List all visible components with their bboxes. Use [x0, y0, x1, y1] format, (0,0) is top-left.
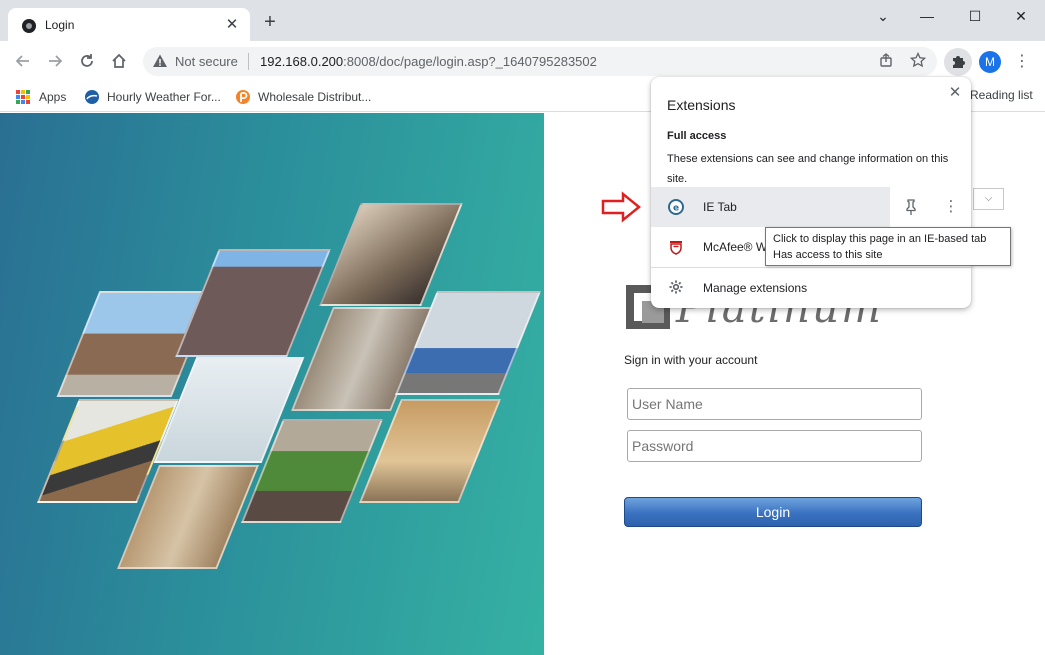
reload-icon — [81, 54, 93, 67]
manage-extensions-label: Manage extensions — [703, 281, 808, 295]
tooltip-line-1: Click to display this page in an IE-base… — [773, 233, 987, 245]
home-button[interactable] — [107, 49, 131, 73]
ie-tab-icon: e — [668, 199, 684, 215]
address-bar[interactable]: Not secure 192.168.0.200:8008/doc/page/l… — [143, 47, 937, 76]
url-text[interactable]: 192.168.0.200:8008/doc/page/login.asp?_1… — [260, 54, 597, 69]
signin-heading: Sign in with your account — [624, 353, 758, 367]
wholesale-logo-icon — [236, 90, 250, 104]
hero-collage — [0, 113, 544, 655]
extensions-popup-title: Extensions — [667, 97, 736, 113]
tooltip-line-2: Has access to this site — [773, 249, 883, 261]
manage-extensions-item[interactable]: Manage extensions — [651, 268, 971, 308]
puzzle-icon — [953, 56, 965, 68]
gear-icon — [669, 280, 683, 294]
share-icon[interactable] — [876, 52, 896, 72]
reload-button[interactable] — [75, 49, 99, 73]
red-arrow-icon — [601, 191, 641, 223]
bookmark-star-icon[interactable] — [908, 51, 928, 72]
popup-close-icon[interactable]: ✕ — [945, 83, 965, 103]
new-tab-button[interactable]: + — [260, 12, 280, 33]
forward-arrow-icon — [49, 55, 63, 67]
url-separator — [248, 53, 249, 70]
tab-close-icon[interactable]: ✕ — [223, 16, 241, 34]
home-icon — [112, 53, 126, 68]
bookmark-wholesale[interactable]: Wholesale Distribut... — [235, 88, 371, 106]
extension-item-ie-tab[interactable]: e IE Tab ⋮ — [651, 187, 971, 227]
bookmark-label: Wholesale Distribut... — [258, 90, 372, 104]
photo-tile-station — [358, 399, 502, 503]
browser-menu-icon[interactable]: ⋮ — [1012, 50, 1032, 74]
reading-list-button[interactable]: Reading list — [970, 88, 1033, 102]
extension-more-icon[interactable]: ⋮ — [941, 196, 961, 218]
photo-tile-building — [175, 249, 331, 357]
url-host: 192.168.0.200 — [260, 54, 344, 69]
browser-tab[interactable]: Login ✕ — [8, 8, 250, 41]
tab-title: Login — [45, 18, 75, 32]
bookmark-label: Apps — [39, 90, 67, 104]
full-access-heading: Full access — [667, 130, 727, 142]
apps-grid-icon — [16, 90, 30, 104]
tab-search-icon[interactable]: ⌄ — [868, 5, 898, 27]
forward-button[interactable] — [43, 49, 67, 73]
extension-tooltip: Click to display this page in an IE-base… — [765, 227, 1011, 266]
back-arrow-icon — [15, 55, 29, 67]
warning-icon[interactable] — [152, 53, 168, 69]
row-highlight — [651, 187, 890, 227]
login-button[interactable]: Login — [624, 497, 922, 527]
not-secure-label[interactable]: Not secure — [175, 54, 238, 69]
extensions-button[interactable] — [944, 48, 972, 76]
svg-text:e: e — [673, 204, 679, 214]
extension-name: IE Tab — [703, 200, 737, 214]
browser-toolbar: Not secure 192.168.0.200:8008/doc/page/l… — [0, 41, 1045, 82]
mcafee-shield-icon — [670, 241, 682, 255]
pin-icon[interactable] — [901, 197, 921, 217]
full-access-description: These extensions can see and change info… — [667, 153, 949, 185]
bookmark-label: Hourly Weather For... — [107, 90, 221, 104]
url-path: :8008/doc/page/login.asp?_1640795283502 — [343, 54, 597, 69]
window-close-button[interactable]: ✕ — [1006, 5, 1036, 27]
back-button[interactable] — [11, 49, 35, 73]
username-input[interactable] — [627, 388, 922, 420]
maximize-button[interactable]: ☐ — [960, 5, 990, 27]
extensions-popup: Extensions ✕ Full access These extension… — [651, 77, 971, 308]
extension-name: McAfee® W — [703, 240, 768, 254]
language-select[interactable]: ⌵ — [973, 188, 1004, 210]
minimize-button[interactable]: — — [912, 5, 942, 27]
weather-logo-icon — [85, 90, 99, 104]
profile-avatar[interactable]: M — [979, 51, 1001, 73]
password-input[interactable] — [627, 430, 922, 462]
tab-strip: Login ✕ + ⌄ — ☐ ✕ — [0, 0, 1045, 41]
bookmark-apps[interactable]: Apps — [16, 88, 66, 106]
site-favicon-icon — [22, 19, 36, 33]
bookmark-hourly-weather[interactable]: Hourly Weather For... — [84, 88, 221, 106]
